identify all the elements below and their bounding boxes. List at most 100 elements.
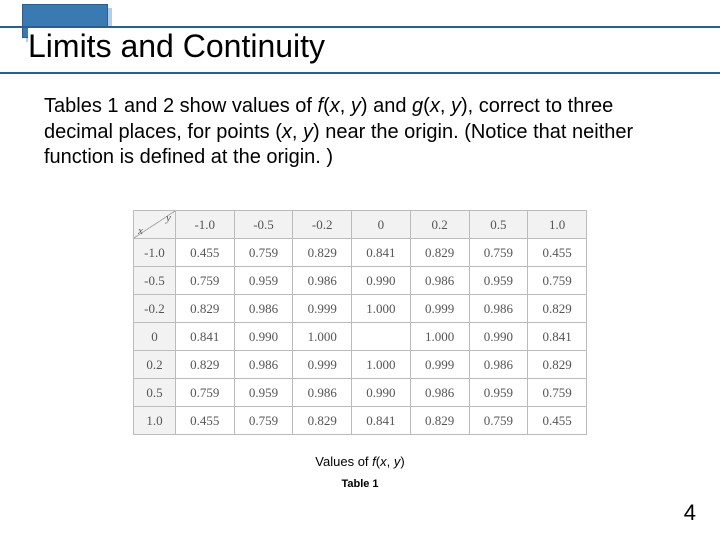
col-header: 0.2 <box>410 211 469 239</box>
table-cell: 0.999 <box>293 351 352 379</box>
table-cell: 0.759 <box>234 407 293 435</box>
row-header: -1.0 <box>134 239 176 267</box>
table-cell: 0.829 <box>528 295 587 323</box>
row-header: 0.5 <box>134 379 176 407</box>
table-cell: 0.986 <box>293 379 352 407</box>
table-row: 1.00.4550.7590.8290.8410.8290.7590.455 <box>134 407 587 435</box>
table-cell: 0.959 <box>469 379 528 407</box>
table-cell: 0.455 <box>175 407 234 435</box>
table-cell: 0.759 <box>234 239 293 267</box>
body-text-1: Tables 1 and 2 show values of <box>44 95 318 117</box>
row-header: 0 <box>134 323 176 351</box>
table-cell: 0.829 <box>410 407 469 435</box>
table-cell: 0.986 <box>410 267 469 295</box>
table-cell: 0.986 <box>469 295 528 323</box>
table-cell: 0.455 <box>528 239 587 267</box>
table-row: 0.20.8290.9860.9991.0000.9990.9860.829 <box>134 351 587 379</box>
table-caption: Values of f(x, y) <box>0 454 720 469</box>
x-axis-symbol: x <box>138 225 143 237</box>
table-cell: 0.986 <box>234 295 293 323</box>
table-cell: 0.759 <box>175 379 234 407</box>
col-header: -0.5 <box>234 211 293 239</box>
table-cell: 0.999 <box>293 295 352 323</box>
table-cell: 1.000 <box>352 295 411 323</box>
caption-prefix: Values of <box>315 454 372 469</box>
row-header: 0.2 <box>134 351 176 379</box>
var-y1: y <box>351 95 361 117</box>
table-cell: 0.986 <box>234 351 293 379</box>
body-text-3: , <box>340 95 351 117</box>
table-cell: 0.759 <box>469 407 528 435</box>
table-cell: 0.986 <box>410 379 469 407</box>
table-cell <box>352 323 411 351</box>
row-header: -0.2 <box>134 295 176 323</box>
body-text-8: , <box>292 121 303 143</box>
var-x3: x <box>282 121 292 143</box>
table-row: -1.00.4550.7590.8290.8410.8290.7590.455 <box>134 239 587 267</box>
var-x1: x <box>330 95 340 117</box>
var-y2: y <box>451 95 461 117</box>
table-cell: 0.990 <box>234 323 293 351</box>
body-text-5: ( <box>423 95 430 117</box>
table-label: Table 1 <box>0 478 720 490</box>
table-cell: 0.990 <box>352 379 411 407</box>
table-cell: 1.000 <box>352 351 411 379</box>
table-cell: 0.986 <box>469 351 528 379</box>
table-row: -0.50.7590.9590.9860.9900.9860.9590.759 <box>134 267 587 295</box>
values-table: y x -1.0 -0.5 -0.2 0 0.2 0.5 1.0 -1.00.4… <box>133 210 587 435</box>
caption-paren-close: ) <box>400 454 404 469</box>
col-header: 0.5 <box>469 211 528 239</box>
col-header: 0 <box>352 211 411 239</box>
table-cell: 0.959 <box>469 267 528 295</box>
table-cell: 0.841 <box>352 239 411 267</box>
table-header-row: y x -1.0 -0.5 -0.2 0 0.2 0.5 1.0 <box>134 211 587 239</box>
table-cell: 0.841 <box>175 323 234 351</box>
var-y3: y <box>303 121 313 143</box>
body-paragraph: Tables 1 and 2 show values of f(x, y) an… <box>44 94 676 171</box>
y-axis-symbol: y <box>166 212 171 224</box>
col-header: -1.0 <box>175 211 234 239</box>
table-cell: 0.829 <box>293 239 352 267</box>
table-cell: 0.990 <box>469 323 528 351</box>
table-cell: 0.990 <box>352 267 411 295</box>
table-row: 0.50.7590.9590.9860.9900.9860.9590.759 <box>134 379 587 407</box>
table-body: -1.00.4550.7590.8290.8410.8290.7590.455-… <box>134 239 587 435</box>
var-x2: x <box>430 95 440 117</box>
page-number: 4 <box>684 500 696 526</box>
table-row: -0.20.8290.9860.9991.0000.9990.9860.829 <box>134 295 587 323</box>
table-cell: 1.000 <box>293 323 352 351</box>
table-cell: 0.959 <box>234 267 293 295</box>
body-text-4: ) and <box>361 95 412 117</box>
table-cell: 0.829 <box>528 351 587 379</box>
table-cell: 0.829 <box>293 407 352 435</box>
slide-title: Limits and Continuity <box>28 28 331 65</box>
table-cell: 0.999 <box>410 295 469 323</box>
table-cell: 0.841 <box>528 323 587 351</box>
fn-g: g <box>412 95 423 117</box>
body-text-2: ( <box>323 95 330 117</box>
table-cell: 0.759 <box>469 239 528 267</box>
table-cell: 0.999 <box>410 351 469 379</box>
table-cell: 0.455 <box>175 239 234 267</box>
table-cell: 0.759 <box>528 267 587 295</box>
table-cell: 0.829 <box>175 295 234 323</box>
col-header: -0.2 <box>293 211 352 239</box>
table-row: 00.8410.9901.0001.0000.9900.841 <box>134 323 587 351</box>
row-header: -0.5 <box>134 267 176 295</box>
table-container: y x -1.0 -0.5 -0.2 0 0.2 0.5 1.0 -1.00.4… <box>133 210 587 435</box>
table-cell: 0.959 <box>234 379 293 407</box>
rule-bottom <box>0 72 720 74</box>
table-cell: 0.759 <box>528 379 587 407</box>
table-cell: 1.000 <box>410 323 469 351</box>
table-cell: 0.986 <box>293 267 352 295</box>
row-header: 1.0 <box>134 407 176 435</box>
caption-comma: , <box>387 454 394 469</box>
table-cell: 0.829 <box>410 239 469 267</box>
col-header: 1.0 <box>528 211 587 239</box>
table-cell: 0.841 <box>352 407 411 435</box>
table-cell: 0.829 <box>175 351 234 379</box>
table-corner-cell: y x <box>134 211 176 239</box>
body-text-6: , <box>440 95 451 117</box>
table-cell: 0.455 <box>528 407 587 435</box>
table-cell: 0.759 <box>175 267 234 295</box>
